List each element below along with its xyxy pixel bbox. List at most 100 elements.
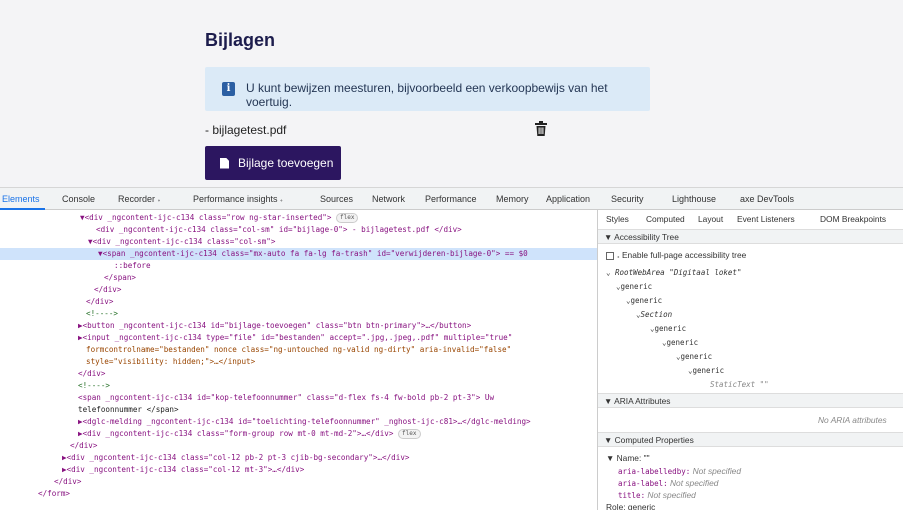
enable-full-page-tree[interactable]: 𝆹 Enable full-page accessibility tree [606,250,746,261]
side-tab-dom-breakpoints[interactable]: DOM Breakpoints [820,214,886,224]
tab-console[interactable]: Console [62,194,95,204]
dom-node[interactable]: <div _ngcontent-ijc-c134 class="col-sm" … [0,224,597,236]
dom-node-text: formcontrolname="bestanden" nonce class=… [86,345,512,354]
tree-node-label: generic [630,296,663,305]
section-title: Bijlagen [205,30,276,50]
dom-node[interactable]: ▶<input _ngcontent-ijc-c134 type="file" … [0,332,597,344]
attachment-name: - bijlagetest.pdf [205,123,287,137]
checkbox[interactable] [606,251,614,260]
tab-recorder[interactable]: Recorder 𝆹 [118,194,160,205]
dom-node-text: ▶<input _ngcontent-ijc-c134 type="file" … [78,333,513,342]
dom-node[interactable]: </span> [0,272,597,284]
tree-node[interactable]: ⌄generic [626,296,662,305]
tree-node-static-text[interactable]: StaticText "" [710,380,769,389]
no-aria-attributes: No ARIA attributes [818,415,887,425]
dom-node[interactable]: ::before [0,260,597,272]
dom-node-text: ▶<dglc-melding _ngcontent-ijc-c134 id="t… [78,417,531,426]
tab-application[interactable]: Application [546,194,590,204]
tab-sources[interactable]: Sources [320,194,353,204]
side-tab-layout[interactable]: Layout [698,214,723,224]
web-page: Bijlagen i U kunt bewijzen meesturen, bi… [0,0,903,188]
enable-label: 𝆹 Enable full-page accessibility tree [617,250,747,260]
side-tab-event-listeners[interactable]: Event Listeners [737,214,795,224]
tab-elements[interactable]: Elements [2,194,40,204]
dom-node[interactable]: <!----> [0,308,597,320]
tree-node[interactable]: ⌄generic [688,366,724,375]
dom-node[interactable]: ▶<dglc-melding _ngcontent-ijc-c134 id="t… [0,416,597,428]
dom-node-text: style="visibility: hidden;">…</input> [86,357,256,366]
dom-node[interactable]: style="visibility: hidden;">…</input> [0,356,597,368]
add-attachment-button[interactable]: Bijlage toevoegen [205,146,341,180]
dom-node[interactable]: ▼<div _ngcontent-ijc-c134 class="row ng-… [0,212,597,224]
tab-lighthouse[interactable]: Lighthouse [672,194,716,204]
role-property: Role: generic [606,502,656,510]
dom-node[interactable]: formcontrolname="bestanden" nonce class=… [0,344,597,356]
flex-badge[interactable]: flex [398,429,421,439]
dom-node[interactable]: </div> [0,296,597,308]
dom-node-text: ▶<button _ngcontent-ijc-c134 id="bijlage… [78,321,472,330]
aria-attributes-header[interactable]: ▼ ARIA Attributes [598,393,903,408]
info-alert: i U kunt bewijzen meesturen, bijvoorbeel… [205,67,650,111]
dom-node[interactable]: </div> [0,368,597,380]
side-tab-computed[interactable]: Computed [646,214,685,224]
elements-tree[interactable]: ▼<div _ngcontent-ijc-c134 class="row ng-… [0,210,597,510]
tab-network[interactable]: Network [372,194,405,204]
dom-node[interactable]: </div> [0,284,597,296]
dom-node-text: telefoonnummer </span> [78,405,179,414]
dom-node-text: </div> [70,441,98,450]
dom-node-text: <!----> [86,309,119,318]
dom-node[interactable]: ▶<button _ngcontent-ijc-c134 id="bijlage… [0,320,597,332]
prop-key: aria-labelledby: [618,467,691,476]
prop-value: Not specified [647,490,696,500]
dom-node[interactable]: </div> [0,476,597,488]
dom-node[interactable]: telefoonnummer </span> [0,404,597,416]
dom-node-text: </span> [104,273,137,282]
tab-security[interactable]: Security [611,194,644,204]
flex-badge[interactable]: flex [336,213,359,223]
prop-value: Not specified [692,466,741,476]
file-icon [220,157,229,169]
dom-node[interactable]: <span _ngcontent-ijc-c134 id="kop-telefo… [0,392,597,404]
tab-performance-insights[interactable]: Performance insights 𝆹 [193,194,283,205]
tree-root[interactable]: ⌄ RootWebArea "Digitaal loket" [606,268,741,277]
side-tab-styles[interactable]: Styles [606,214,629,224]
prop-row: aria-labelledby: Not specified [618,466,741,476]
tree-node[interactable]: ⌄generic [662,338,698,347]
tree-node-label: generic [620,282,653,291]
prop-key: title: [618,491,646,500]
dom-node-text: ▼<div _ngcontent-ijc-c134 class="row ng-… [80,213,332,222]
prop-row: title: Not specified [618,490,696,500]
accessibility-tree-header[interactable]: ▼ Accessibility Tree [598,229,903,244]
alert-text: U kunt bewijzen meesturen, bijvoorbeeld … [246,81,608,109]
dom-node-text: </div> [94,285,122,294]
dom-node[interactable]: ▶<div _ngcontent-ijc-c134 class="form-gr… [0,428,597,440]
dom-node-text: </div> [54,477,82,486]
dom-node-selected[interactable]: ▼<span _ngcontent-ijc-c134 class="mx-aut… [0,248,597,260]
name-property[interactable]: ▼ Name: "" [606,453,650,463]
tab-memory[interactable]: Memory [496,194,529,204]
tab-performance[interactable]: Performance [425,194,477,204]
tree-node[interactable]: ⌄generic [616,282,652,291]
tree-node-label: generic [666,338,699,347]
dom-node[interactable]: ▶<div _ngcontent-ijc-c134 class="col-12 … [0,464,597,476]
dom-node[interactable]: </div> [0,440,597,452]
dom-node[interactable]: <!----> [0,380,597,392]
dom-node-text: <span _ngcontent-ijc-c134 id="kop-telefo… [78,393,495,402]
dom-node[interactable]: ▼<div _ngcontent-ijc-c134 class="col-sm"… [0,236,597,248]
dom-node-text: ▶<div _ngcontent-ijc-c134 class="form-gr… [78,429,394,438]
tree-node[interactable]: ⌄generic [676,352,712,361]
tab-axe-devtools[interactable]: axe DevTools [740,194,794,204]
accessibility-tree-label: ▼ Accessibility Tree [604,232,679,242]
tree-node-label: generic [654,324,687,333]
trash-icon[interactable] [535,121,547,136]
tree-node[interactable]: ⌄Section [636,310,672,319]
dom-node-text: ▼<div _ngcontent-ijc-c134 class="col-sm"… [88,237,276,246]
dom-node[interactable]: </form> [0,488,597,500]
tree-node[interactable]: ⌄generic [650,324,686,333]
dom-node[interactable]: ▶<div _ngcontent-ijc-c134 class="col-12 … [0,452,597,464]
tree-node-label: Section [640,310,673,319]
dom-node-text: ▶<div _ngcontent-ijc-c134 class="col-12 … [62,465,305,474]
devtools-tabbar: Elements Console Recorder 𝆹 Performance … [0,188,903,210]
computed-properties-header[interactable]: ▼ Computed Properties [598,432,903,447]
dom-node-text: ▼<span _ngcontent-ijc-c134 class="mx-aut… [98,249,528,258]
